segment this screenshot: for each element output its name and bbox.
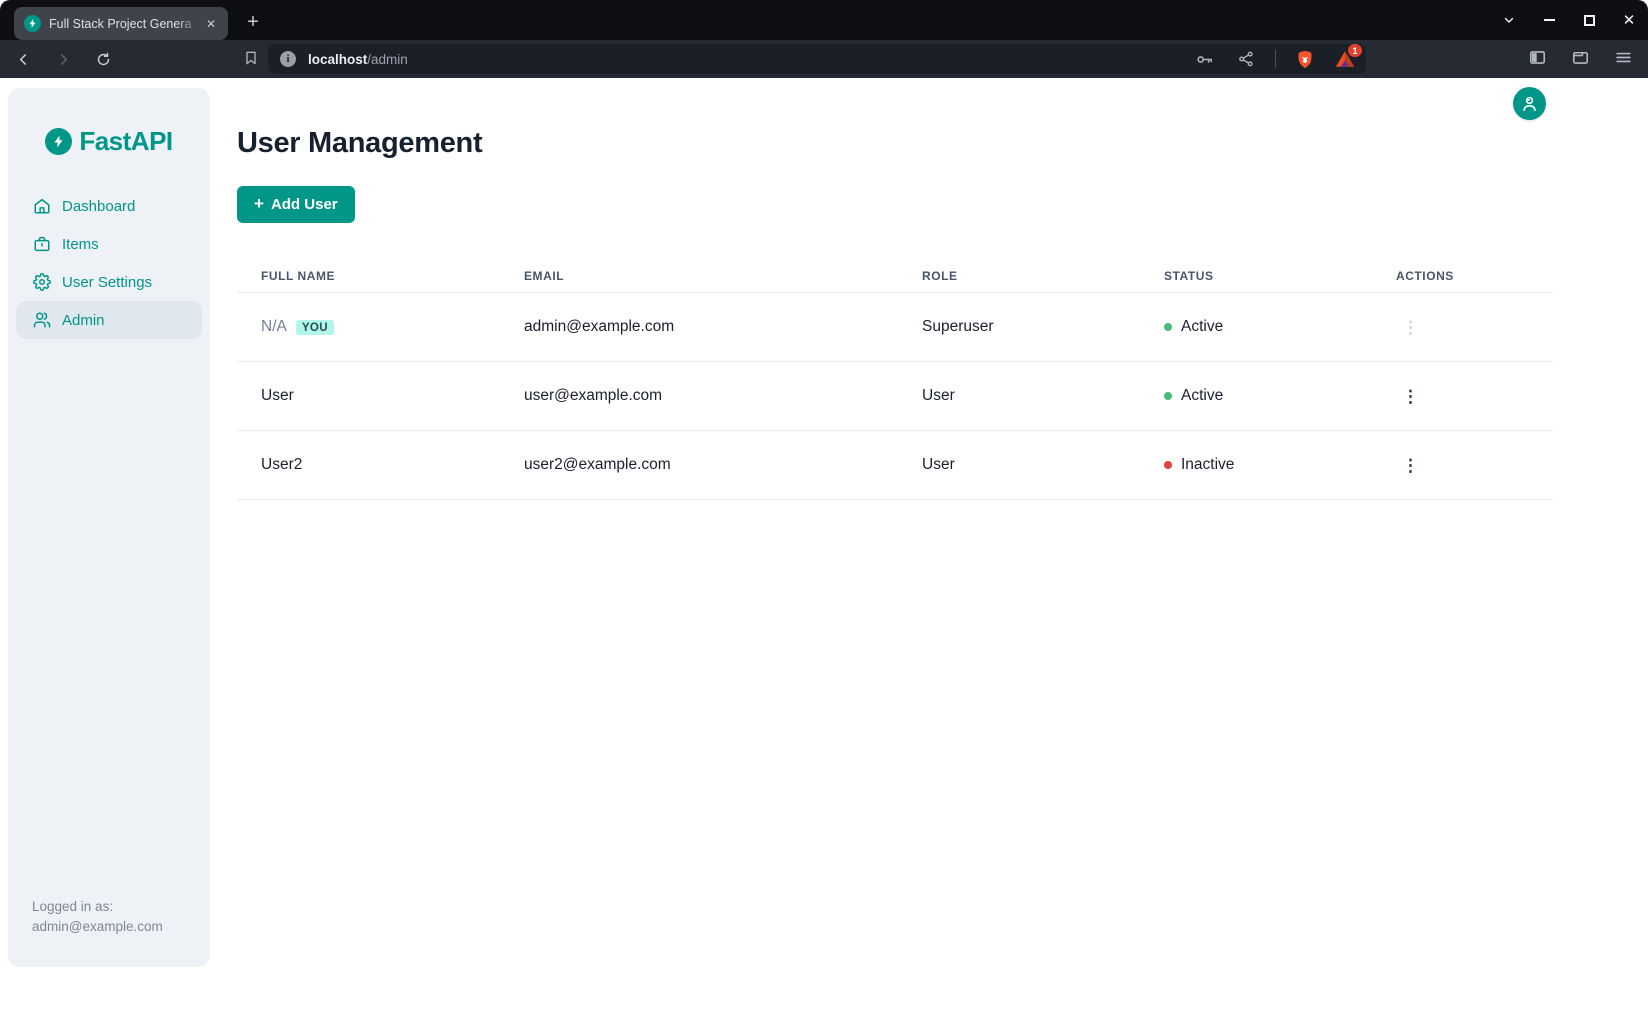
main-content: User Management + Add User FULL NAME EMA… (237, 78, 1553, 500)
cell-actions: ⋮ (1372, 386, 1553, 407)
users-icon (33, 311, 51, 329)
logged-in-email: admin@example.com (32, 917, 163, 937)
sidebar-item-user-settings[interactable]: User Settings (16, 263, 202, 301)
tab-title-fade (176, 17, 202, 31)
table-row: N/A YOU admin@example.com Superuser Acti… (237, 293, 1553, 362)
cell-role: User (898, 387, 1140, 405)
sidebar-item-dashboard[interactable]: Dashboard (16, 187, 202, 225)
url-text[interactable]: localhost/admin (308, 52, 1191, 67)
tab-title: Full Stack Project Genera (49, 17, 202, 31)
cell-status: Inactive (1140, 456, 1372, 474)
browser-tab[interactable]: Full Stack Project Genera ✕ (14, 7, 228, 40)
page-title: User Management (237, 127, 1553, 160)
logged-in-footer: Logged in as: admin@example.com (32, 897, 163, 937)
wallet-icon[interactable] (1567, 44, 1593, 70)
back-button[interactable] (10, 46, 36, 72)
address-bar[interactable]: i localhost/admin 1 (268, 44, 1366, 74)
fastapi-favicon-icon (24, 15, 41, 32)
you-badge: YOU (296, 320, 334, 335)
row-actions-menu-icon[interactable]: ⋮ (1396, 386, 1425, 407)
cell-role: User (898, 456, 1140, 474)
gear-icon (33, 273, 51, 291)
sidebar: FastAPI Dashboard Items User Settings (8, 88, 210, 967)
table-header-row: FULL NAME EMAIL ROLE STATUS ACTIONS (237, 259, 1553, 293)
fastapi-logo: FastAPI (8, 126, 210, 157)
status-dot (1164, 323, 1172, 331)
cell-email: user@example.com (500, 387, 898, 405)
window-close-button[interactable]: ✕ (1620, 11, 1638, 29)
sidebar-item-label: Items (62, 236, 99, 253)
sidebar-item-label: User Settings (62, 274, 152, 291)
cell-status: Active (1140, 318, 1372, 336)
cell-actions: ⋮ (1372, 455, 1553, 476)
col-header-status: STATUS (1140, 269, 1372, 283)
cell-full-name: User (237, 387, 500, 405)
logo-text: FastAPI (79, 126, 172, 157)
row-actions-menu-icon[interactable]: ⋮ (1396, 455, 1425, 476)
add-user-label: Add User (271, 196, 338, 213)
brave-shield-icon[interactable] (1292, 46, 1318, 72)
menu-hamburger-icon[interactable] (1610, 44, 1636, 70)
add-user-button[interactable]: + Add User (237, 186, 355, 223)
sidebar-toggle-icon[interactable] (1524, 44, 1550, 70)
window-maximize-button[interactable] (1580, 11, 1598, 29)
browser-titlebar: Full Stack Project Genera ✕ + ✕ (0, 0, 1648, 40)
sidebar-nav: Dashboard Items User Settings Admin (8, 187, 210, 339)
cell-email: user2@example.com (500, 456, 898, 474)
users-table: FULL NAME EMAIL ROLE STATUS ACTIONS N/A … (237, 259, 1553, 500)
tab-search-chevron-icon[interactable] (1500, 11, 1518, 29)
bookmark-icon[interactable] (238, 45, 264, 71)
sidebar-item-items[interactable]: Items (16, 225, 202, 263)
cell-full-name: User2 (237, 456, 500, 474)
status-dot (1164, 392, 1172, 400)
cell-status: Active (1140, 387, 1372, 405)
table-row: User2 user2@example.com User Inactive ⋮ (237, 431, 1553, 500)
plus-icon: + (254, 194, 264, 214)
share-icon[interactable] (1233, 46, 1259, 72)
sidebar-item-label: Dashboard (62, 198, 135, 215)
cell-role: Superuser (898, 318, 1140, 336)
cell-actions: ⋮ (1372, 317, 1553, 338)
row-actions-menu-icon: ⋮ (1396, 317, 1425, 338)
site-info-icon[interactable]: i (280, 51, 296, 67)
logged-in-label: Logged in as: (32, 897, 163, 917)
window-minimize-button[interactable] (1540, 11, 1558, 29)
briefcase-icon (33, 235, 51, 253)
col-header-email: EMAIL (500, 269, 898, 283)
cell-email: admin@example.com (500, 318, 898, 336)
table-row: User user@example.com User Active ⋮ (237, 362, 1553, 431)
new-tab-button[interactable]: + (240, 9, 266, 35)
app-content: FastAPI Dashboard Items User Settings (0, 78, 1648, 1025)
cell-full-name: N/A YOU (237, 318, 500, 336)
tab-close-icon[interactable]: ✕ (202, 15, 220, 33)
sidebar-item-label: Admin (62, 312, 105, 329)
forward-button[interactable] (50, 46, 76, 72)
status-dot (1164, 461, 1172, 469)
fastapi-bolt-icon (45, 128, 72, 155)
brave-rewards-icon[interactable]: 1 (1334, 48, 1356, 70)
home-icon (33, 197, 51, 215)
divider (1275, 50, 1276, 68)
col-header-role: ROLE (898, 269, 1140, 283)
key-icon[interactable] (1191, 46, 1217, 72)
col-header-actions: ACTIONS (1372, 269, 1553, 283)
reload-button[interactable] (90, 46, 116, 72)
col-header-full-name: FULL NAME (237, 269, 500, 283)
sidebar-item-admin[interactable]: Admin (16, 301, 202, 339)
rewards-badge: 1 (1348, 44, 1362, 57)
